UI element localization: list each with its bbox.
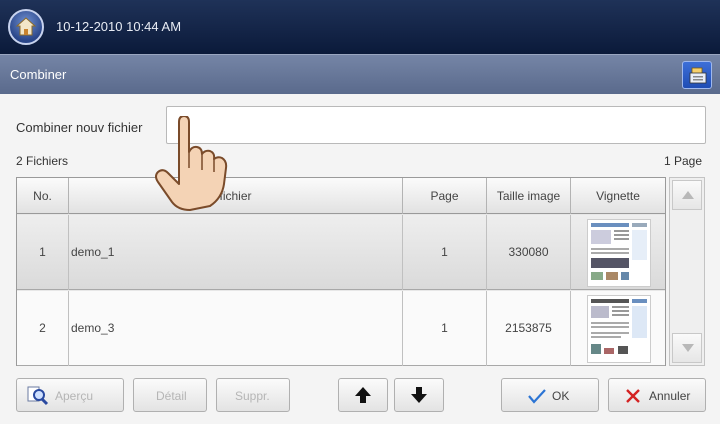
header-no[interactable]: No.	[17, 178, 69, 214]
cancel-label: Annuler	[649, 389, 691, 403]
magnifier-icon	[27, 386, 49, 406]
cross-icon	[626, 389, 640, 403]
header-thumbnail: Vignette	[596, 189, 640, 203]
preview-button[interactable]: Aperçu	[16, 378, 124, 412]
row-thumbnail-cell	[571, 215, 667, 290]
scroll-down-icon	[682, 344, 694, 352]
row-size: 2153875	[487, 291, 571, 366]
row-thumbnail-cell	[571, 291, 667, 366]
job-status-button[interactable]	[682, 61, 712, 89]
combine-file-label: Combiner nouv fichier	[16, 120, 143, 135]
row-no: 2	[17, 291, 69, 366]
top-bar: 10-12-2010 10:44 AM	[0, 0, 720, 54]
pointing-hand-icon	[155, 116, 228, 211]
thumbnail-image	[587, 219, 651, 287]
document-stack-icon	[689, 67, 707, 84]
header-image-size[interactable]: Taille image	[487, 178, 571, 214]
move-up-button[interactable]	[338, 378, 388, 412]
checkmark-icon	[528, 389, 546, 404]
ok-label: OK	[552, 389, 570, 403]
scroll-up-button[interactable]	[672, 180, 702, 210]
row-no: 1	[17, 215, 69, 290]
combine-file-name-input[interactable]	[166, 106, 706, 144]
detail-button[interactable]: Détail	[133, 378, 207, 412]
preview-label: Aperçu	[55, 389, 94, 403]
table-row[interactable]: 2 demo_3 1 2153875	[17, 291, 665, 366]
row-size: 330080	[487, 215, 571, 290]
arrow-up-icon	[355, 387, 371, 403]
row-page: 1	[403, 291, 487, 366]
scroll-up-icon	[682, 191, 694, 199]
scroll-down-button[interactable]	[672, 333, 702, 363]
page-title: Combiner	[10, 67, 67, 82]
ok-button[interactable]: OK	[501, 378, 599, 412]
file-table: No. fichier Page Taille image Vignette 1…	[16, 177, 666, 366]
home-icon	[15, 17, 37, 36]
row-filename: demo_3	[69, 291, 403, 366]
delete-button[interactable]: Suppr.	[216, 378, 290, 412]
delete-label: Suppr.	[235, 389, 270, 403]
cancel-button[interactable]: Annuler	[608, 378, 706, 412]
row-page: 1	[403, 215, 487, 290]
table-header: No. fichier Page Taille image Vignette	[17, 178, 665, 214]
detail-label: Détail	[156, 389, 187, 403]
thumbnail-image	[587, 295, 651, 363]
page-count: 1 Page	[663, 154, 702, 168]
row-filename: demo_1	[69, 215, 403, 290]
header-page[interactable]: Page	[403, 178, 487, 214]
home-button[interactable]	[8, 9, 44, 45]
arrow-down-icon	[411, 387, 427, 403]
datetime: 10-12-2010 10:44 AM	[56, 19, 182, 34]
table-row[interactable]: 1 demo_1 1 330080	[17, 215, 665, 290]
file-count: 2 Fichiers	[16, 154, 69, 168]
title-bar: Combiner	[0, 54, 720, 94]
table-scrollbar[interactable]	[669, 177, 705, 366]
move-down-button[interactable]	[394, 378, 444, 412]
header-filename[interactable]: fichier	[69, 178, 403, 214]
